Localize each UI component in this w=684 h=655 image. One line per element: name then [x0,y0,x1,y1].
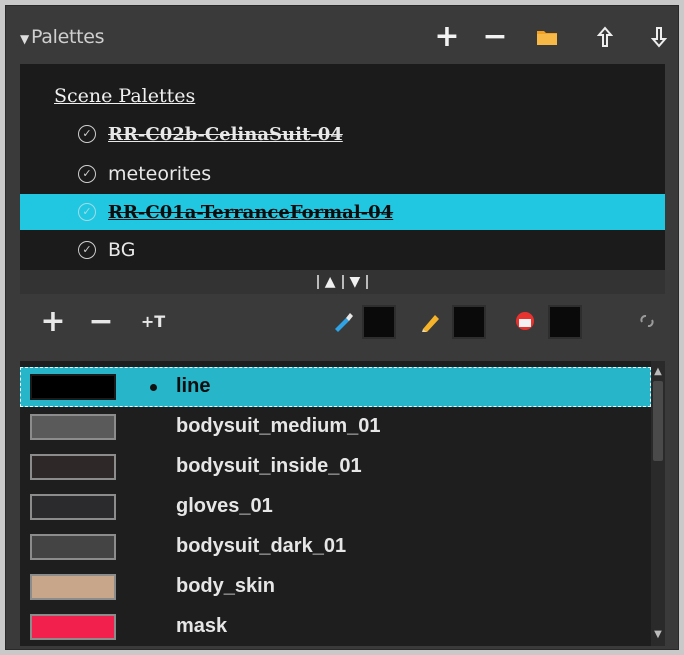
color-toolbar: + − +T [20,296,665,348]
palette-label: meteorites [108,163,212,185]
color-swatch[interactable] [30,414,116,440]
panel-title[interactable]: ▼ Palettes [20,26,105,48]
color-row[interactable]: gloves_01 [20,487,651,527]
minus-icon: − [482,19,508,54]
color-name: mask [176,615,228,637]
color-row[interactable]: mask [20,607,651,647]
color-name: body_skin [176,575,275,597]
palette-item[interactable]: ✓ BG [20,232,665,268]
palette-label: BG [108,239,136,261]
color-swatch[interactable] [30,374,116,400]
checkmark-icon[interactable]: ✓ [78,125,96,143]
color-swatch[interactable] [30,454,116,480]
color-swatch[interactable] [30,534,116,560]
palettes-panel: ▼ Palettes + − Scene Palettes ✓ RR-C02b-C… [5,5,679,650]
paint-color-swatch[interactable] [548,305,582,339]
palette-label: RR-C02b-CelinaSuit-04 [108,123,343,145]
paint-bucket-icon[interactable] [514,310,536,332]
color-row[interactable]: bodysuit_inside_01 [20,447,651,487]
color-name: bodysuit_medium_01 [176,415,381,437]
brush-icon[interactable] [332,310,354,332]
move-palette-down-button[interactable] [644,20,674,54]
color-row[interactable]: bodysuit_medium_01 [20,407,651,447]
scroll-down-icon[interactable]: ▼ [651,626,665,644]
checkmark-icon[interactable]: ✓ [78,165,96,183]
color-swatch[interactable] [30,494,116,520]
chevron-down-icon[interactable]: ▼ [350,274,361,290]
panel-title-label: Palettes [30,26,105,48]
palette-item[interactable]: ✓ RR-C02b-CelinaSuit-04 [20,116,665,152]
checkmark-icon[interactable]: ✓ [78,241,96,259]
palette-tree: Scene Palettes ✓ RR-C02b-CelinaSuit-04 ✓… [20,64,665,270]
checkmark-icon[interactable]: ✓ [78,203,96,221]
current-color-bullet-icon [150,384,157,391]
scroll-up-icon[interactable]: ▲ [651,363,665,381]
color-row[interactable]: body_skin [20,567,651,607]
palette-item-selected[interactable]: ✓ RR-C01a-TerranceFormal-04 [20,194,665,230]
splitter-handle[interactable]: ▲ ▼ [20,270,665,294]
color-swatch[interactable] [30,614,116,640]
palette-label: RR-C01a-TerranceFormal-04 [108,201,394,223]
collapse-arrow-icon[interactable]: ▼ [20,32,29,46]
brush-color-swatch[interactable] [362,305,396,339]
remove-color-button[interactable]: − [88,303,114,339]
plus-icon: + [434,19,460,54]
link-icon[interactable] [636,310,658,332]
chevron-up-icon[interactable]: ▲ [325,274,336,290]
splitter-bar [366,275,369,289]
color-name: gloves_01 [176,495,273,517]
scene-palettes-category[interactable]: Scene Palettes [20,78,665,114]
color-row-selected[interactable]: line [20,367,651,407]
splitter-bar [341,275,344,289]
palette-item[interactable]: ✓ meteorites [20,156,665,192]
import-palette-button[interactable] [532,20,562,54]
remove-palette-button[interactable]: − [480,20,510,54]
add-palette-button[interactable]: + [432,20,462,54]
color-swatch[interactable] [30,574,116,600]
pencil-color-swatch[interactable] [452,305,486,339]
arrow-up-icon [597,26,613,47]
color-list: line bodysuit_medium_01 bodysuit_inside_… [20,361,651,646]
pencil-icon[interactable] [420,310,442,332]
color-name: line [176,375,211,397]
panel-header: ▼ Palettes + − [6,6,678,64]
color-row[interactable]: bodysuit_dark_01 [20,527,651,567]
move-palette-up-button[interactable] [590,20,620,54]
minus-icon: − [88,303,114,339]
folder-icon [537,31,557,45]
add-color-button[interactable]: + [40,303,66,339]
scroll-thumb[interactable] [653,381,663,461]
color-name: bodysuit_inside_01 [176,455,362,477]
plus-icon: + [40,303,66,339]
arrow-down-icon [651,27,667,48]
color-list-scrollbar[interactable]: ▲ ▼ [651,361,665,646]
splitter-bar [316,275,319,289]
texture-icon: +T [140,311,166,331]
add-texture-button[interactable]: +T [140,304,166,338]
color-name: bodysuit_dark_01 [176,535,347,557]
